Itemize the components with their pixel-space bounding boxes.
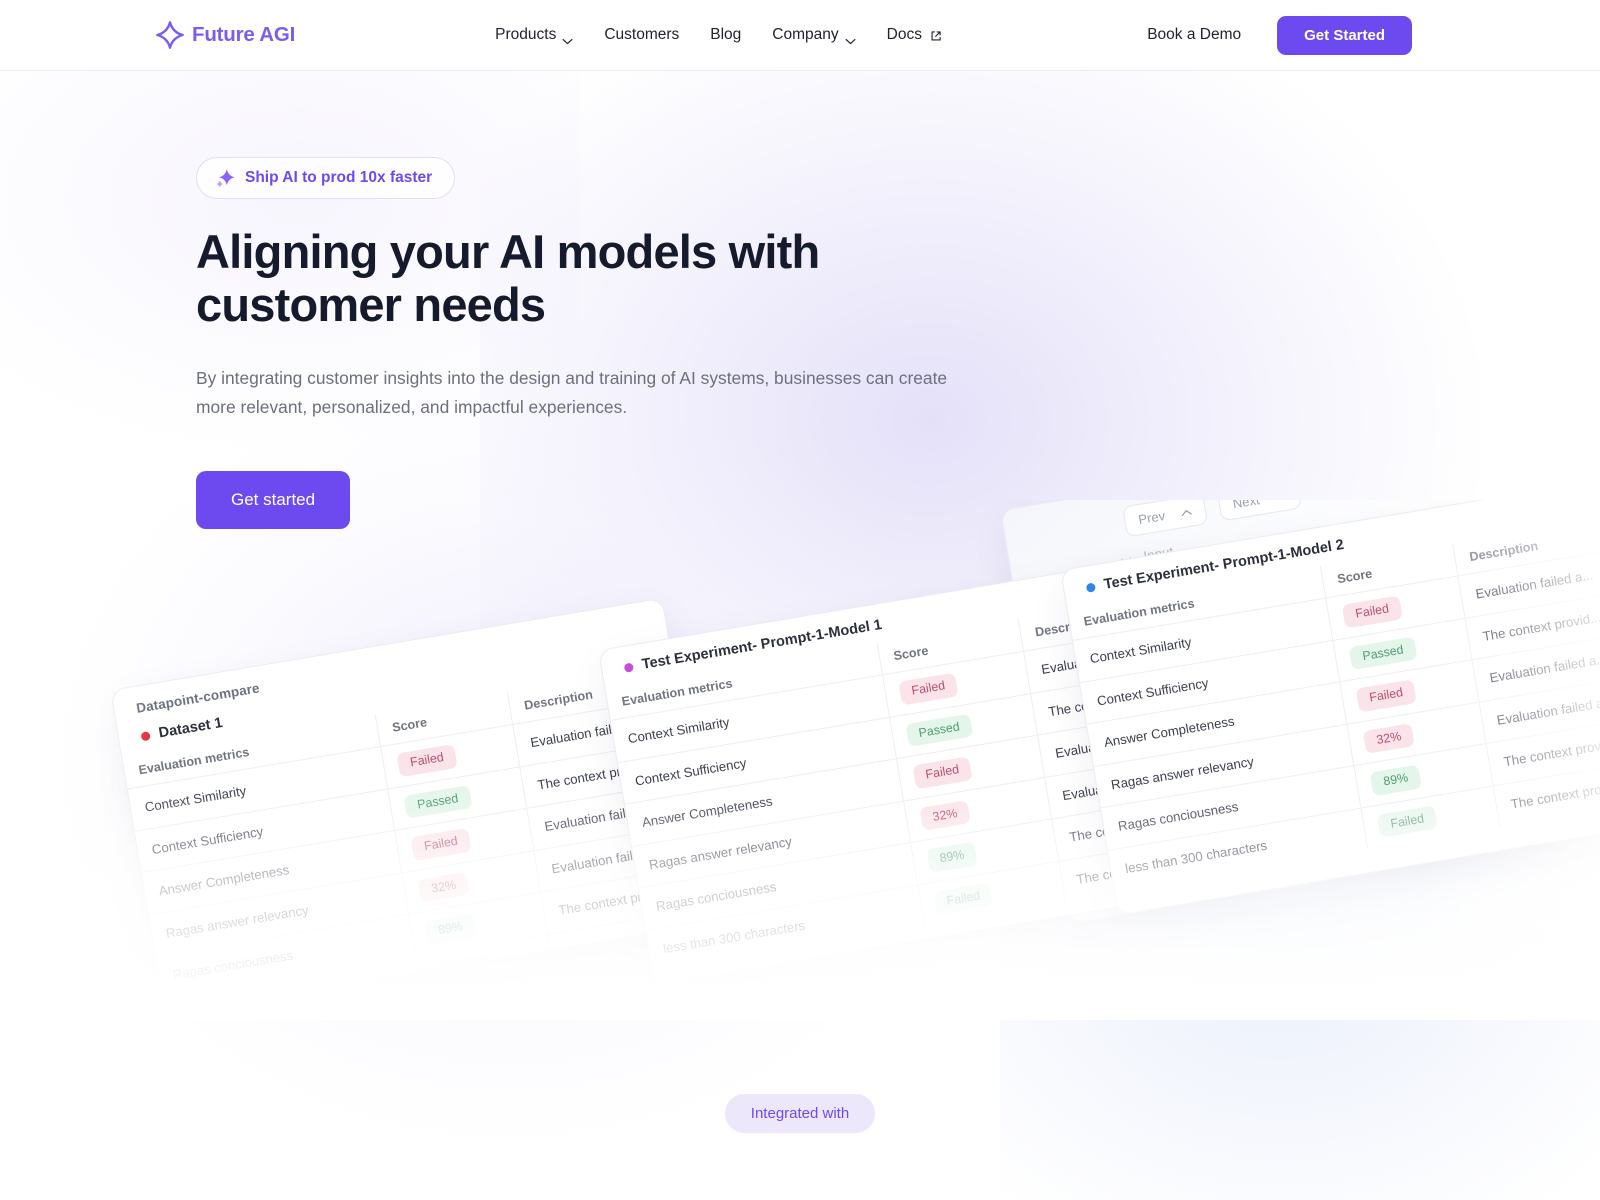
status-badge: Failed (431, 953, 493, 987)
hero-section: Ship AI to prod 10x faster Aligning your… (0, 71, 1600, 529)
chevron-down-icon (845, 32, 856, 44)
nav-item-blog[interactable]: Blog (710, 26, 741, 44)
status-dot (1085, 581, 1096, 593)
external-link-icon (930, 29, 942, 41)
hero-subtitle: By integrating customer insights into th… (196, 368, 948, 418)
status-badge: Failed (911, 756, 973, 789)
header-actions: Book a Demo Get Started (1147, 15, 1412, 55)
card-dataset-label: Dataset 1 (157, 715, 224, 742)
nav-item-products[interactable]: Products (495, 26, 573, 44)
nav-item-company[interactable]: Company (772, 26, 856, 44)
nav-label-docs: Docs (886, 26, 922, 43)
hero-badge-label: Ship AI to prod 10x faster (245, 169, 433, 186)
nav-item-customers[interactable]: Customers (604, 26, 679, 44)
status-badge: Passed (403, 784, 472, 819)
nav-label-products: Products (495, 26, 557, 43)
status-badge: Failed (1376, 805, 1438, 838)
hero-badge[interactable]: Ship AI to prod 10x faster (196, 157, 456, 199)
status-badge: Failed (410, 827, 472, 861)
nav-label-customers: Customers (604, 26, 680, 43)
status-badge: Passed (1348, 636, 1418, 671)
status-badge: 32% (417, 871, 470, 903)
status-badge: Passed (904, 713, 974, 748)
status-badge: Failed (396, 744, 458, 777)
primary-navigation: Products Customers Blog Company Docs (495, 26, 942, 44)
sparkle-icon (215, 168, 235, 188)
diamond-star-icon (155, 20, 185, 50)
get-started-hero-button[interactable]: Get started (196, 470, 351, 529)
site-header: Future AGI Products Customers Blog Compa… (0, 0, 1600, 71)
status-badge: Failed (897, 672, 959, 706)
status-badge: Failed (933, 881, 994, 915)
status-badge: Failed (1341, 595, 1403, 629)
page-title: Aligning your AI models with customer ne… (196, 225, 820, 332)
brand-logo[interactable]: Future AGI (155, 20, 295, 50)
status-badge: 89% (1369, 764, 1422, 796)
status-badge: 89% (424, 913, 477, 945)
nav-label-company: Company (772, 26, 839, 43)
integrated-with-badge: Integrated with (724, 1094, 876, 1133)
brand-name: Future AGI (192, 23, 296, 46)
status-badge: 32% (919, 799, 972, 831)
nav-item-docs[interactable]: Docs (887, 26, 942, 44)
status-badge: 89% (926, 841, 979, 873)
book-a-demo-link[interactable]: Book a Demo (1147, 26, 1241, 44)
status-dot (140, 730, 151, 741)
integrations-section: Integrated with (0, 1094, 1600, 1133)
status-badge: Failed (1355, 679, 1417, 712)
card-model-2: Test Experiment- Prompt-1-Model 2 Evalua… (1060, 500, 1600, 916)
get-started-header-button[interactable]: Get Started (1277, 15, 1412, 55)
chevron-down-icon (562, 32, 573, 44)
nav-label-blog: Blog (710, 26, 742, 43)
status-dot (623, 661, 634, 673)
status-badge: 32% (1362, 722, 1415, 754)
dashboard-preview-art: Prev Next Input (0, 500, 1600, 1020)
